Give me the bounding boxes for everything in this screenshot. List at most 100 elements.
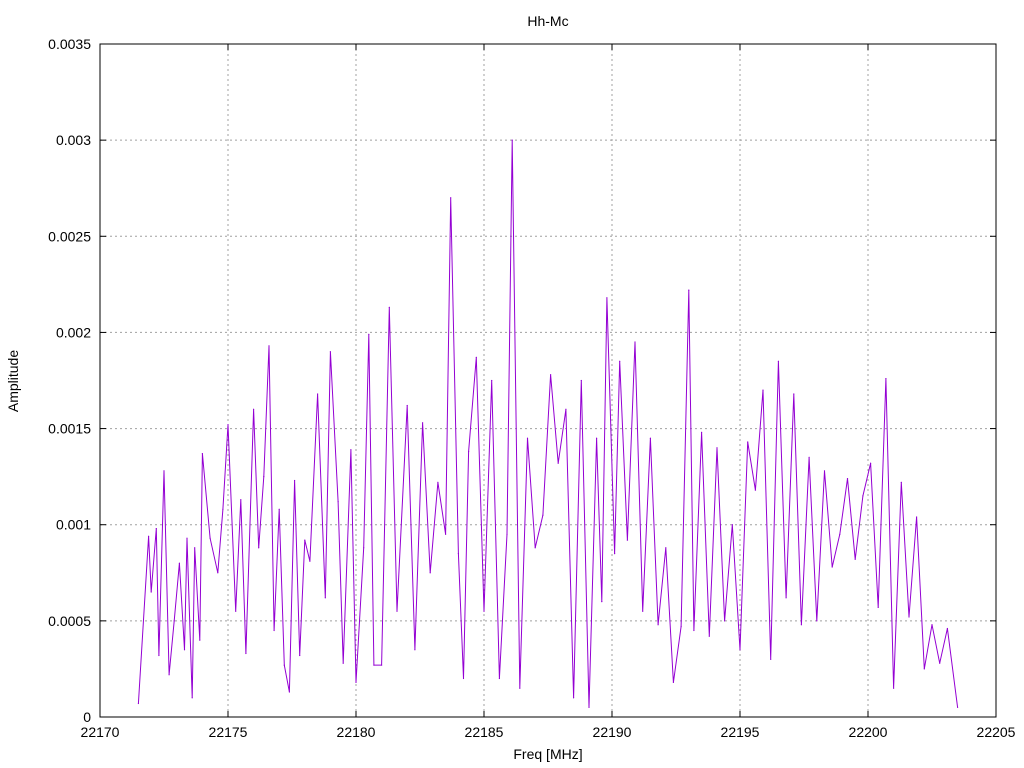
data-point — [672, 681, 675, 684]
data-point — [916, 516, 918, 518]
data-point — [342, 662, 344, 664]
data-point — [793, 393, 795, 395]
data-point — [808, 456, 810, 458]
data-point — [227, 424, 229, 426]
data-point — [762, 389, 764, 391]
data-point — [939, 662, 941, 664]
data-point — [724, 620, 726, 622]
chart-title: Hh-Mc — [527, 13, 568, 29]
data-point — [178, 562, 180, 564]
data-point — [268, 345, 270, 347]
x-tick-label: 22190 — [593, 724, 632, 740]
x-tick-label: 22205 — [977, 724, 1016, 740]
data-point — [596, 437, 598, 439]
data-point — [846, 478, 849, 480]
data-point — [649, 437, 652, 439]
data-point — [519, 687, 521, 689]
data-point — [155, 528, 157, 530]
data-point — [701, 431, 703, 433]
data-point — [381, 664, 383, 666]
data-point — [542, 514, 544, 516]
data-point — [258, 547, 260, 549]
y-tick-label: 0.0025 — [48, 228, 91, 244]
data-point — [580, 379, 582, 382]
data-point — [235, 610, 237, 612]
x-tick-label: 22175 — [209, 724, 248, 740]
y-tick-label: 0.0005 — [48, 613, 91, 629]
data-point — [839, 533, 841, 535]
x-tick-label: 22170 — [81, 724, 120, 740]
data-point — [368, 333, 370, 335]
data-point — [183, 649, 186, 651]
data-point — [468, 451, 470, 453]
data-point — [150, 591, 152, 593]
y-tick-label: 0 — [83, 709, 91, 725]
data-point — [304, 539, 306, 541]
data-point — [158, 654, 160, 657]
data-point — [273, 629, 275, 632]
data-point — [854, 558, 856, 560]
data-point — [731, 524, 733, 526]
data-point — [601, 601, 603, 603]
data-point — [550, 374, 552, 376]
data-point — [288, 691, 290, 693]
data-point — [263, 476, 265, 478]
x-tick-label: 22195 — [721, 724, 760, 740]
data-point — [754, 489, 757, 491]
data-point — [626, 539, 629, 541]
data-point — [294, 479, 296, 482]
data-point — [770, 658, 772, 660]
data-point — [716, 447, 718, 449]
data-point — [893, 687, 895, 689]
frequency-amplitude-chart: 22170 22175 22180 22185 22190 22195 22200 22205… — [0, 0, 1024, 768]
data-point — [831, 566, 833, 568]
data-point — [606, 297, 608, 299]
data-point — [163, 470, 165, 472]
data-point — [823, 470, 826, 472]
data-point — [429, 572, 431, 574]
data-point — [350, 449, 352, 451]
data-point — [908, 616, 910, 618]
data-point — [588, 706, 590, 709]
x-tick-label: 22200 — [849, 724, 888, 740]
data-point — [222, 508, 224, 510]
data-point — [657, 624, 659, 626]
data-point — [283, 664, 285, 666]
data-point — [634, 341, 636, 343]
data-point — [396, 610, 398, 612]
data-point — [565, 408, 567, 410]
data-point — [240, 499, 242, 501]
data-point — [800, 624, 803, 626]
data-point — [437, 481, 439, 483]
data-point — [414, 649, 416, 651]
data-point — [422, 422, 424, 424]
data-point — [747, 441, 749, 443]
data-point — [870, 462, 872, 464]
data-point — [324, 597, 326, 599]
data-point — [946, 627, 949, 630]
data-point — [317, 393, 319, 395]
x-tick-label: 22185 — [465, 724, 504, 740]
data-point — [506, 533, 508, 535]
data-point — [693, 629, 695, 632]
y-axis-label: Amplitude — [5, 350, 21, 412]
data-point — [498, 677, 500, 680]
data-point — [299, 654, 301, 657]
data-point — [708, 635, 710, 637]
data-point — [777, 360, 780, 362]
data-point — [355, 681, 357, 684]
data-point — [491, 379, 493, 382]
data-point — [201, 453, 203, 455]
chart-background — [0, 0, 1024, 768]
data-point — [309, 560, 311, 562]
data-point — [614, 553, 616, 555]
data-point — [194, 547, 196, 549]
data-point — [388, 306, 390, 308]
data-point — [137, 702, 139, 705]
data-point — [483, 610, 485, 612]
data-point — [199, 639, 201, 641]
data-point — [173, 620, 175, 622]
y-tick-label: 0.0035 — [48, 36, 91, 52]
data-point — [217, 572, 219, 574]
data-point — [168, 674, 170, 676]
